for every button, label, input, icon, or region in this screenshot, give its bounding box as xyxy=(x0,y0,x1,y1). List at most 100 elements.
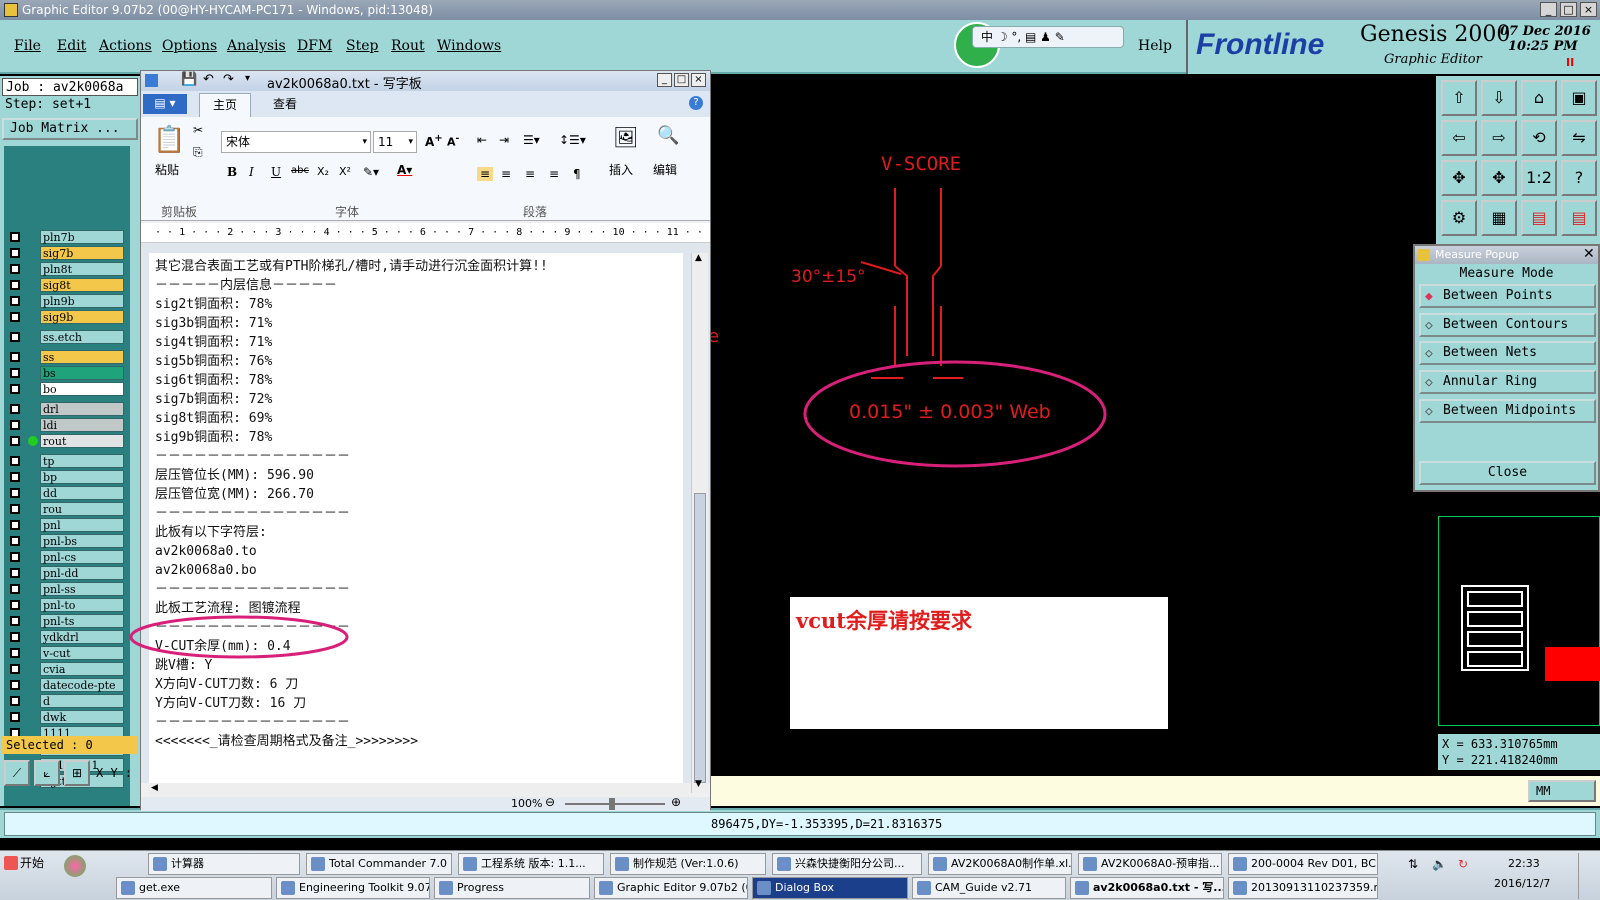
layer-checkbox[interactable] xyxy=(10,296,20,306)
scroll-left-icon[interactable]: ◀ xyxy=(151,783,158,793)
home-view-icon[interactable]: ⌂ xyxy=(1521,80,1557,116)
align-center-icon[interactable]: ≡ xyxy=(501,167,511,181)
help-icon[interactable]: ? xyxy=(1561,160,1597,196)
layer-row[interactable]: pnl-cs xyxy=(6,550,124,564)
scale-icon[interactable]: 1:2 xyxy=(1521,160,1557,196)
copy-icon[interactable]: ⎘ xyxy=(193,145,203,160)
menu-rout[interactable]: Rout xyxy=(391,38,425,54)
layer-checkbox[interactable] xyxy=(10,504,20,514)
zoom-slider[interactable] xyxy=(565,803,665,805)
layer-row[interactable]: sig7b xyxy=(6,246,124,260)
minimize-icon[interactable]: _ xyxy=(1540,2,1557,17)
underline-icon[interactable]: U xyxy=(271,165,281,179)
font-name-select[interactable]: 宋体 ▾ xyxy=(221,131,371,153)
layer-checkbox[interactable] xyxy=(10,436,20,446)
superscript-icon[interactable]: X² xyxy=(339,165,351,178)
taskbar-button[interactable]: Dialog Box xyxy=(752,877,908,899)
scroll-up-icon[interactable]: ▲ xyxy=(695,253,702,263)
layer-checkbox[interactable] xyxy=(10,332,20,342)
find-icon[interactable]: 🔍 xyxy=(657,125,679,146)
layer-row[interactable]: pnl-to xyxy=(6,598,124,612)
quick-launch-icon[interactable] xyxy=(64,855,86,877)
font-size-select[interactable]: 11 ▾ xyxy=(373,131,417,153)
taskbar-button[interactable]: AV2K0068A0制作单.xl... xyxy=(928,853,1072,875)
layer-checkbox[interactable] xyxy=(10,552,20,562)
layer-checkbox[interactable] xyxy=(10,232,20,242)
ime-toolbar[interactable]: 中 ☽ °, ▤ ♟ ✎ xyxy=(972,26,1124,48)
layer-row[interactable]: v-cut xyxy=(6,646,124,660)
layer-row[interactable]: bp xyxy=(6,470,124,484)
layer-row[interactable]: sig9b xyxy=(6,310,124,324)
wordpad-maximize-icon[interactable]: □ xyxy=(674,73,689,87)
tab-view[interactable]: 查看 xyxy=(259,93,311,117)
layer-row[interactable]: rou xyxy=(6,502,124,516)
layer-row[interactable]: d xyxy=(6,694,124,708)
menu-edit[interactable]: Edit xyxy=(57,38,86,54)
menu-windows[interactable]: Windows xyxy=(437,38,501,54)
cut-icon[interactable]: ✂ xyxy=(193,123,203,137)
layer-checkbox[interactable] xyxy=(10,648,20,658)
undo-icon[interactable]: ↶ xyxy=(203,72,214,87)
ruler[interactable]: · · 1 · · · 2 · · · 3 · · · 4 · · · 5 · … xyxy=(141,223,710,243)
layer-row[interactable]: dd xyxy=(6,486,124,500)
line-spacing-icon[interactable]: ↕☰▾ xyxy=(559,133,586,147)
layers-red2-icon[interactable]: ▤ xyxy=(1561,200,1597,236)
increase-indent-icon[interactable]: ⇥ xyxy=(499,133,509,147)
align-right-icon[interactable]: ≡ xyxy=(525,167,535,181)
decrease-indent-icon[interactable]: ⇤ xyxy=(477,133,487,147)
horizontal-scrollbar[interactable]: ◀ xyxy=(149,783,689,797)
zoom-slider-thumb[interactable] xyxy=(609,798,615,810)
taskbar-button[interactable]: 200-0004 Rev D01, BC... xyxy=(1228,853,1378,875)
layer-row[interactable]: rout xyxy=(6,434,124,448)
layer-row[interactable]: bs xyxy=(6,366,124,380)
layer-checkbox[interactable] xyxy=(10,352,20,362)
measure-close-button[interactable]: Close xyxy=(1419,461,1596,485)
layer-checkbox[interactable] xyxy=(10,536,20,546)
layer-checkbox[interactable] xyxy=(10,712,20,722)
taskbar-button[interactable]: Total Commander 7.0 p... xyxy=(306,853,452,875)
taskbar-button[interactable]: CAM_Guide v2.71 xyxy=(912,877,1066,899)
layer-row[interactable]: pnl-ts xyxy=(6,614,124,628)
layer-row[interactable]: sig8t xyxy=(6,278,124,292)
grid-tool-icon[interactable]: ⊞ xyxy=(64,760,90,786)
tab-home[interactable]: 主页 xyxy=(199,93,251,117)
pan-left-icon[interactable]: ⇦ xyxy=(1441,120,1477,156)
layer-row[interactable]: pln7b xyxy=(6,230,124,244)
shrink-font-icon[interactable]: A- xyxy=(447,133,459,149)
layer-checkbox[interactable] xyxy=(10,680,20,690)
tray-network-icon[interactable]: ⇅ xyxy=(1408,857,1418,871)
start-button[interactable]: 开始 xyxy=(2,853,52,875)
layer-row[interactable]: pnl-bs xyxy=(6,534,124,548)
menu-step[interactable]: Step xyxy=(346,38,378,54)
undo-view-icon[interactable]: ⟲ xyxy=(1521,120,1557,156)
settings-icon[interactable]: ⚙ xyxy=(1441,200,1477,236)
document-page[interactable]: 其它混合表面工艺或有PTH阶梯孔/槽时,请手动进行沉金面积计算!! －－－－－内层… xyxy=(129,253,683,793)
line-tool-icon[interactable]: ⟋ xyxy=(4,760,30,786)
layer-row[interactable]: ldi xyxy=(6,418,124,432)
layer-checkbox[interactable] xyxy=(10,568,20,578)
zoom-center-icon[interactable]: ✥ xyxy=(1481,160,1517,196)
mode-between-midpoints[interactable]: ◇ Between Midpoints xyxy=(1419,399,1596,423)
menu-help[interactable]: Help xyxy=(1138,38,1172,54)
layer-checkbox[interactable] xyxy=(10,264,20,274)
taskbar-button[interactable]: get.exe xyxy=(116,877,272,899)
layer-row[interactable]: tp xyxy=(6,454,124,468)
layer-row[interactable]: bo xyxy=(6,382,124,396)
ime-lang-label[interactable]: 中 xyxy=(981,30,993,44)
zoom-fit-icon[interactable]: ✥ xyxy=(1441,160,1477,196)
zoom-out-icon[interactable]: ⊖ xyxy=(545,795,555,809)
help-icon[interactable]: ? xyxy=(689,96,703,110)
maximize-icon[interactable]: □ xyxy=(1560,2,1577,17)
layer-row[interactable]: pln8t xyxy=(6,262,124,276)
wordpad-minimize-icon[interactable]: _ xyxy=(657,73,672,87)
pan-down-icon[interactable]: ⇩ xyxy=(1481,80,1517,116)
layer-checkbox[interactable] xyxy=(10,696,20,706)
mini-map[interactable] xyxy=(1438,516,1600,726)
pan-right-icon[interactable]: ⇨ xyxy=(1481,120,1517,156)
app-menu-button[interactable]: ▤ ▾ xyxy=(143,94,187,114)
tray-clock[interactable]: 22:33 xyxy=(1508,857,1540,870)
layer-checkbox[interactable] xyxy=(10,664,20,674)
taskbar-button[interactable]: 兴森快捷衡阳分公司... xyxy=(772,853,922,875)
close-icon[interactable]: × xyxy=(1580,2,1597,17)
taskbar-button[interactable]: AV2K0068A0-预审指... xyxy=(1078,853,1222,875)
